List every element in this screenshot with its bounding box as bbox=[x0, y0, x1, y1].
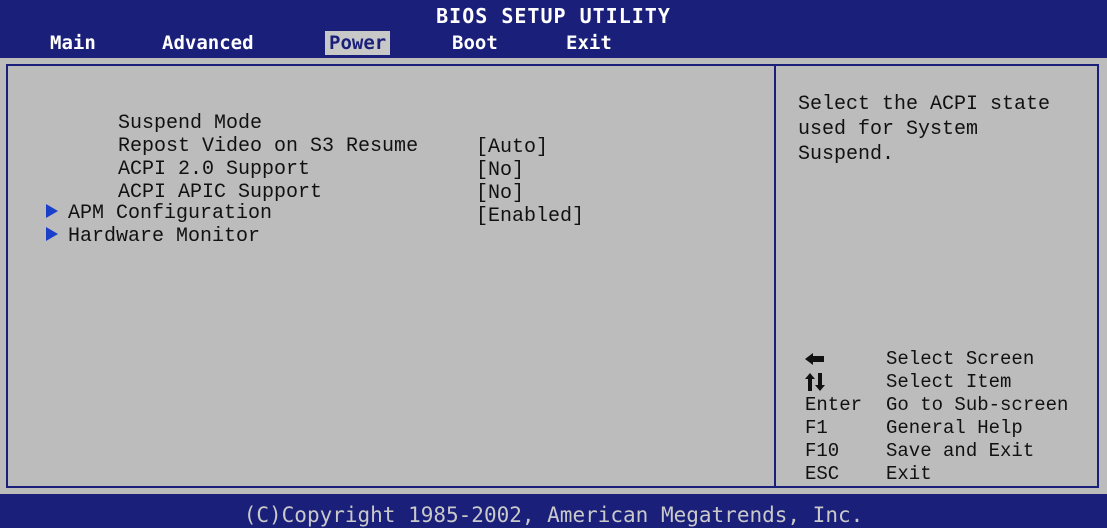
setting-value: [No] bbox=[476, 159, 525, 182]
key-name: F10 bbox=[805, 440, 840, 462]
help-line: Select the ACPI state bbox=[798, 93, 1051, 116]
tab-boot[interactable]: Boot bbox=[448, 31, 502, 55]
help-text: Select the ACPI state used for System Su… bbox=[798, 92, 1050, 167]
setting-suspend-mode[interactable]: Suspend Mode [Auto] bbox=[46, 88, 548, 159]
panel-border: Suspend Mode [Auto] Repost Video on S3 R… bbox=[6, 64, 1099, 488]
submenu-arrow-icon bbox=[46, 226, 58, 241]
submenu-hardware-monitor[interactable]: Hardware Monitor bbox=[46, 225, 260, 249]
key-row-f1: F1 General Help bbox=[805, 417, 1105, 440]
submenu-arrow-icon bbox=[46, 203, 58, 218]
key-name: ESC bbox=[805, 463, 840, 485]
submenu-label: APM Configuration bbox=[68, 202, 273, 225]
setting-value: [Enabled] bbox=[476, 205, 585, 228]
help-line: used for System bbox=[798, 118, 979, 141]
tab-exit[interactable]: Exit bbox=[562, 31, 616, 55]
setting-acpi-2-support[interactable]: ACPI 2.0 Support [No] bbox=[46, 134, 524, 205]
header-bar: BIOS SETUP UTILITY Main Advanced Power B… bbox=[0, 0, 1107, 58]
setting-acpi-apic-support[interactable]: ACPI APIC Support [Enabled] bbox=[46, 157, 584, 228]
key-row-select-screen: Select Screen bbox=[805, 348, 1105, 371]
panel-divider bbox=[774, 66, 776, 486]
setting-repost-video[interactable]: Repost Video on S3 Resume [No] bbox=[46, 111, 524, 182]
bios-title: BIOS SETUP UTILITY bbox=[436, 4, 671, 28]
key-name: F1 bbox=[805, 417, 828, 439]
key-desc: Exit bbox=[886, 463, 932, 485]
setting-value: [No] bbox=[476, 182, 525, 205]
key-legend: Select Screen Select Item Enter Go to Su… bbox=[805, 348, 1105, 486]
tab-advanced[interactable]: Advanced bbox=[158, 31, 258, 55]
key-desc: Select Item bbox=[886, 371, 1012, 393]
submenu-label: Hardware Monitor bbox=[68, 225, 261, 248]
submenu-apm-configuration[interactable]: APM Configuration bbox=[46, 202, 272, 226]
key-row-enter: Enter Go to Sub-screen bbox=[805, 394, 1105, 417]
main-panel: Suspend Mode [Auto] Repost Video on S3 R… bbox=[0, 58, 1107, 494]
tab-power[interactable]: Power bbox=[325, 31, 391, 55]
setting-value: [Auto] bbox=[476, 136, 549, 159]
up-down-arrow-icon bbox=[805, 373, 825, 391]
key-desc: General Help bbox=[886, 417, 1023, 439]
key-name: Enter bbox=[805, 394, 863, 416]
setting-label: ACPI APIC Support bbox=[118, 181, 323, 204]
key-desc: Select Screen bbox=[886, 348, 1035, 370]
help-line: Suspend. bbox=[798, 143, 895, 166]
left-right-arrow-icon bbox=[805, 353, 824, 365]
key-desc: Go to Sub-screen bbox=[886, 394, 1069, 416]
key-desc: Save and Exit bbox=[886, 440, 1035, 462]
tab-main[interactable]: Main bbox=[46, 31, 100, 55]
key-row-esc: ESC Exit bbox=[805, 463, 1105, 486]
key-row-f10: F10 Save and Exit bbox=[805, 440, 1105, 463]
copyright-footer: (C)Copyright 1985-2002, American Megatre… bbox=[0, 502, 1107, 528]
key-row-select-item: Select Item bbox=[805, 371, 1105, 394]
